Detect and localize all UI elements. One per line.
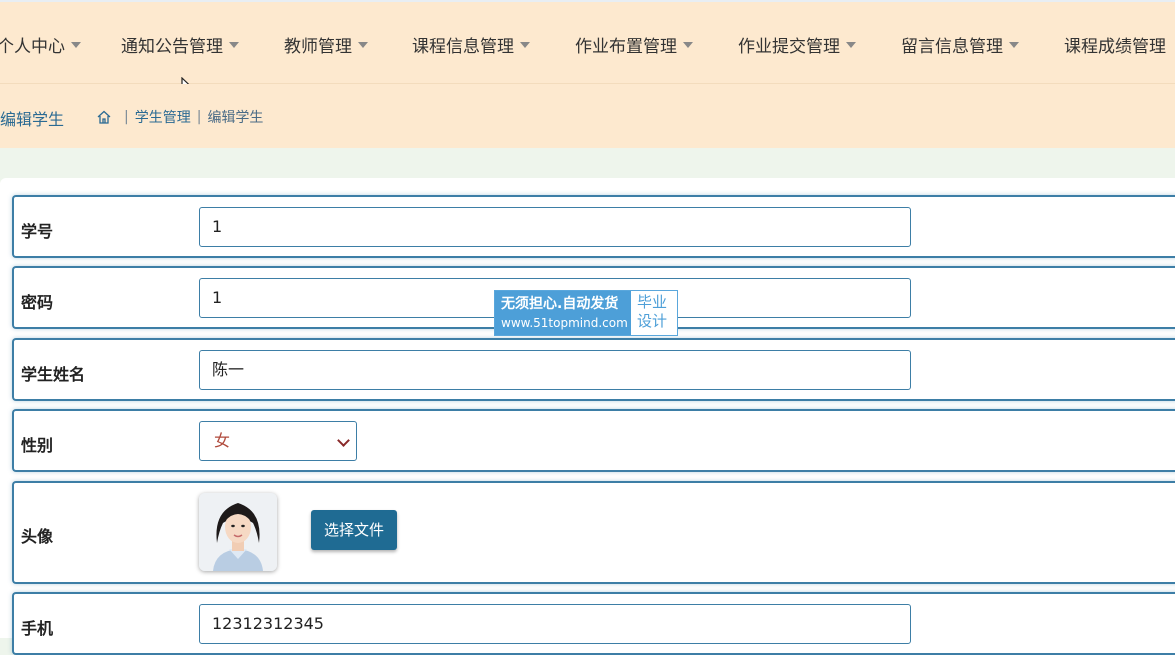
form-row-avatar: 头像 选择文件 xyxy=(12,481,1175,584)
watermark-right2: 设计 xyxy=(637,312,668,330)
phone-label: 手机 xyxy=(21,619,54,638)
caret-down-icon xyxy=(1009,42,1019,48)
breadcrumb-separator: | xyxy=(196,109,202,125)
nav-item-label: 留言信息管理 xyxy=(901,37,1003,57)
form-row-phone: 手机 12312312345 xyxy=(12,592,1175,655)
caret-down-icon xyxy=(71,42,81,48)
caret-down-icon xyxy=(358,42,368,48)
nav-item-label: 作业布置管理 xyxy=(575,37,677,57)
top-navbar: 个人中心 通知公告管理 教师管理 课程信息管理 作业布置管理 作业提交管理 留言… xyxy=(0,0,1175,84)
nav-item-grade-management[interactable]: 课程成绩管理 xyxy=(1064,32,1166,57)
nav-item-label: 作业提交管理 xyxy=(738,37,840,57)
breadcrumb-link-student-management[interactable]: 学生管理 xyxy=(135,107,191,127)
watermark-left: 无须担心.自动发货 www.51topmind.com xyxy=(495,291,631,335)
nav-item-course-info-management[interactable]: 课程信息管理 xyxy=(412,32,530,57)
breadcrumb-current: 编辑学生 xyxy=(207,110,264,126)
form-row-student-name: 学生姓名 陈一 xyxy=(12,338,1175,401)
gender-selected-value: 女 xyxy=(214,431,231,450)
password-label: 密码 xyxy=(21,293,54,312)
watermark-right: 毕业 设计 xyxy=(631,291,677,335)
nav-item-personal-center[interactable]: 个人中心 xyxy=(0,32,81,57)
breadcrumb-bar: 编辑学生 | 学生管理 | 编辑学生 xyxy=(0,84,1175,148)
breadcrumb: | 学生管理 | 编辑学生 xyxy=(96,107,263,127)
chevron-down-icon xyxy=(337,434,350,447)
nav-item-label: 教师管理 xyxy=(284,37,352,57)
nav-item-message-management[interactable]: 留言信息管理 xyxy=(901,32,1019,57)
nav-item-teacher-management[interactable]: 教师管理 xyxy=(284,32,368,57)
phone-input[interactable]: 12312312345 xyxy=(199,604,911,644)
page-title: 编辑学生 xyxy=(0,110,65,129)
avatar-label: 头像 xyxy=(21,527,54,546)
watermark-line2: www.51topmind.com xyxy=(501,316,628,330)
caret-down-icon xyxy=(229,42,239,48)
student-id-input[interactable]: 1 xyxy=(199,207,911,247)
breadcrumb-separator: | xyxy=(124,109,129,125)
choose-file-button[interactable]: 选择文件 xyxy=(311,510,397,550)
form-row-gender: 性别 女 xyxy=(12,409,1175,472)
gender-label: 性别 xyxy=(21,436,54,455)
student-name-input[interactable]: 陈一 xyxy=(199,350,911,390)
nav-item-notice-management[interactable]: 通知公告管理 xyxy=(121,32,239,57)
edit-student-form: 学号 1 密码 1 学生姓名 陈一 性别 女 头像 选择文件 手机 123123… xyxy=(0,178,1175,655)
nav-item-label: 个人中心 xyxy=(0,37,65,57)
home-icon[interactable] xyxy=(96,109,112,125)
nav-item-submission-management[interactable]: 作业提交管理 xyxy=(738,32,856,57)
watermark-line1: 无须担心.自动发货 xyxy=(501,296,619,312)
gender-select[interactable]: 女 xyxy=(199,421,357,461)
avatar-preview xyxy=(199,493,277,571)
caret-down-icon xyxy=(520,42,530,48)
watermark-right1: 毕业 xyxy=(637,293,668,311)
nav-item-label: 课程信息管理 xyxy=(412,37,514,57)
form-row-student-id: 学号 1 xyxy=(12,195,1175,258)
watermark-badge: 无须担心.自动发货 www.51topmind.com 毕业 设计 xyxy=(494,290,678,336)
avatar-portrait-image xyxy=(199,493,277,571)
student-id-label: 学号 xyxy=(21,222,54,241)
nav-item-assignment-management[interactable]: 作业布置管理 xyxy=(575,32,693,57)
nav-item-label: 课程成绩管理 xyxy=(1064,37,1166,57)
nav-item-label: 通知公告管理 xyxy=(121,37,223,57)
caret-down-icon xyxy=(846,42,856,48)
student-name-label: 学生姓名 xyxy=(21,365,86,384)
caret-down-icon xyxy=(683,42,693,48)
